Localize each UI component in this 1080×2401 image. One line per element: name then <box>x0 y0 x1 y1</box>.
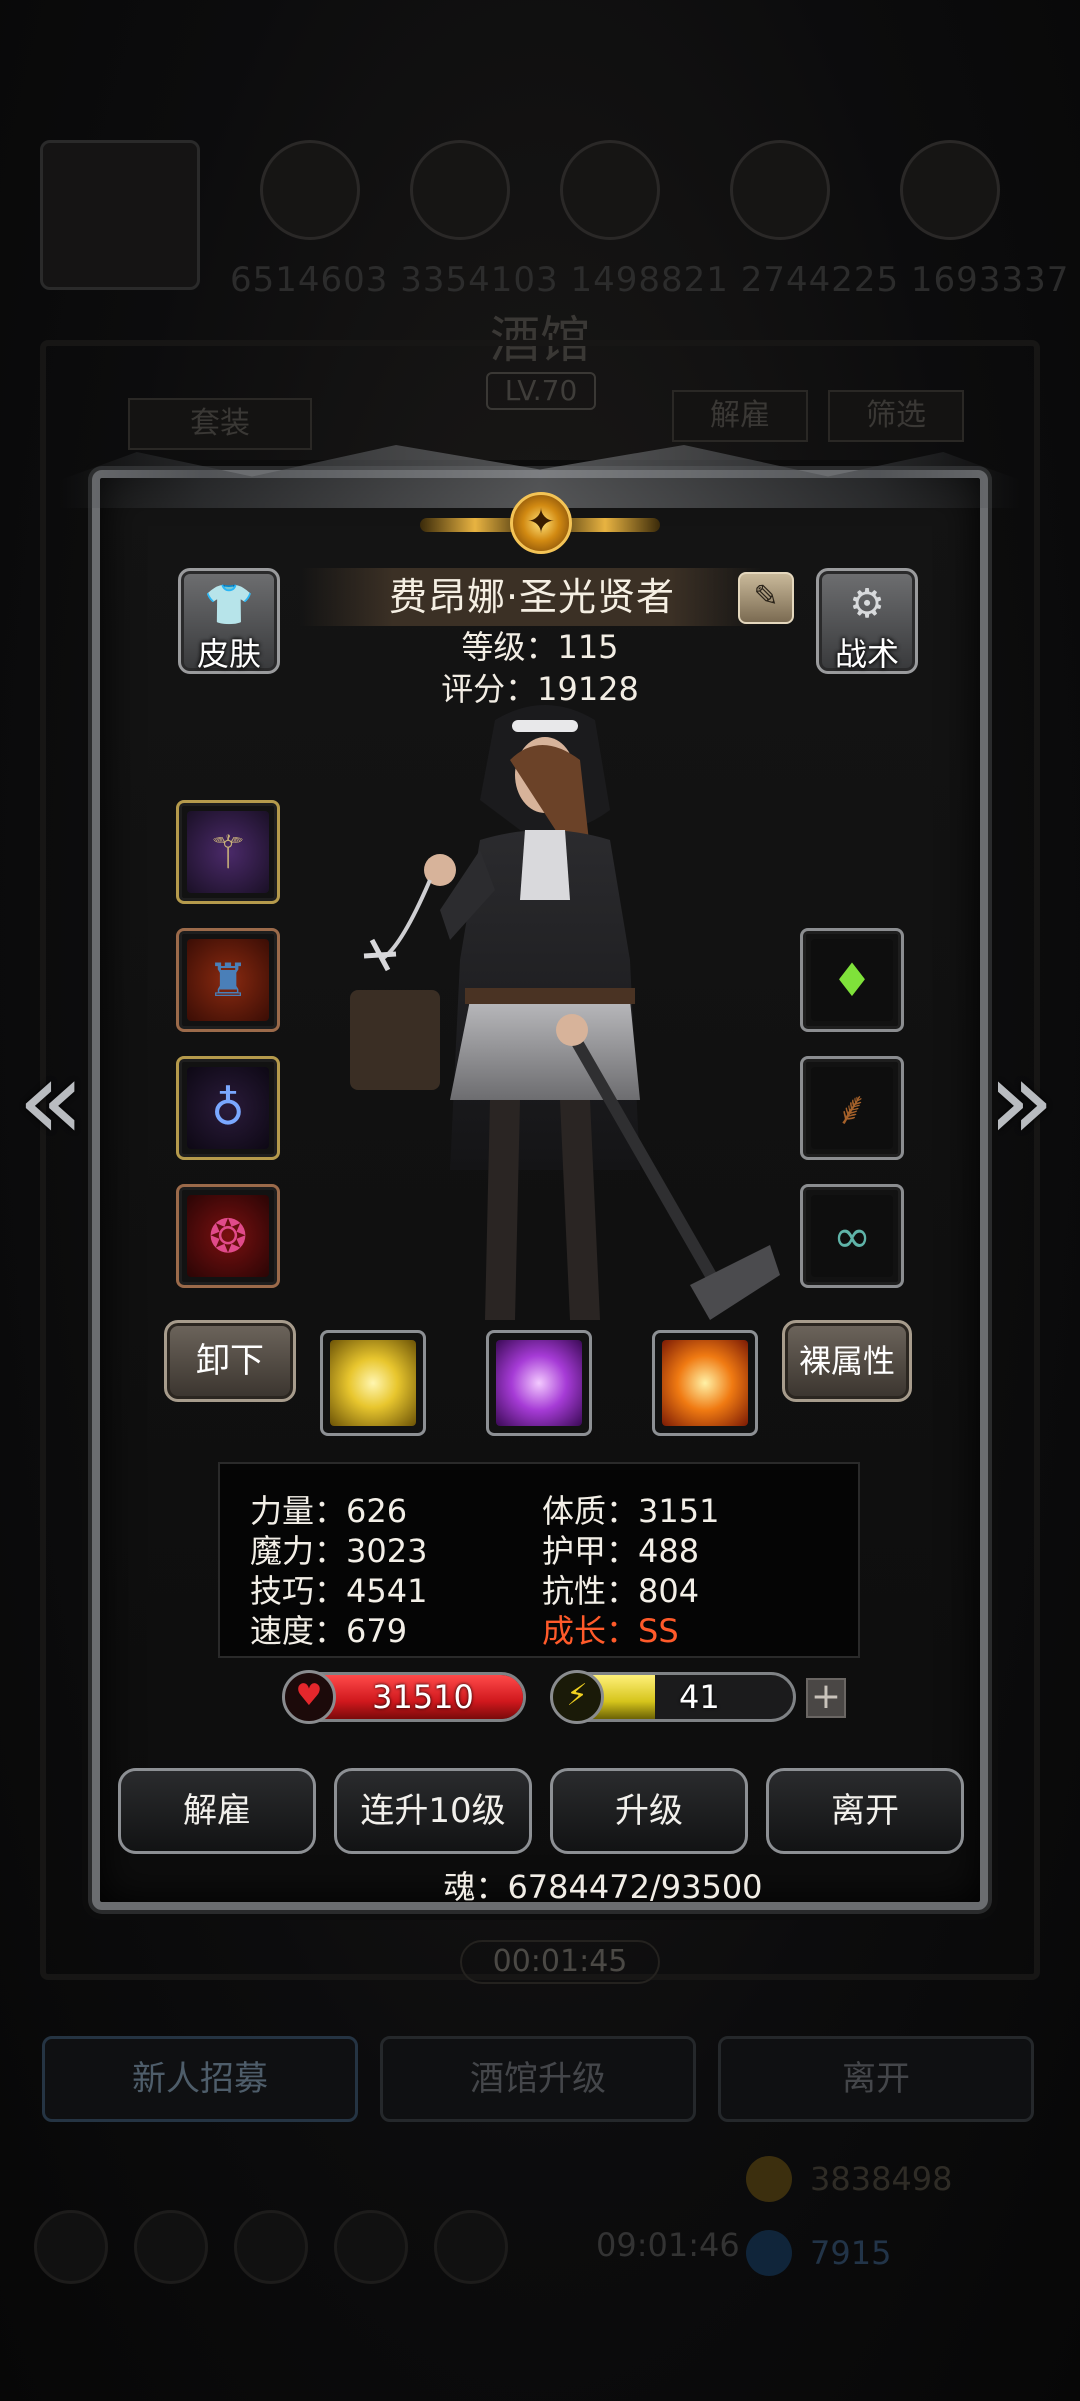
flame-shield-icon <box>662 1340 748 1426</box>
lightning-icon: ⚡ <box>550 1670 604 1724</box>
skill-slot-3[interactable] <box>652 1330 758 1436</box>
gem-amount: 7915 <box>810 2234 892 2272</box>
background-top-bar: 6514603 3354103 1498821 2744225 1693337 <box>40 130 1068 300</box>
leave-button[interactable]: 离开 <box>766 1768 964 1854</box>
shirt-icon: 👕 <box>204 582 254 628</box>
arcane-rune-icon <box>496 1340 582 1426</box>
attr-growth: 成长：SS <box>542 1612 679 1650</box>
background-timer: 00:01:45 <box>460 1940 660 1984</box>
staff-icon: ⚚ <box>187 811 269 893</box>
unequip-button[interactable]: 卸下 <box>164 1320 296 1402</box>
soul-counter: 魂：6784472/93500 <box>443 1868 763 1906</box>
holy-burst-icon <box>330 1340 416 1426</box>
attr-speed: 速度：679 <box>250 1612 408 1650</box>
next-hero-chevron-icon[interactable]: » <box>986 1045 1056 1155</box>
recruit-button: 新人招募 <box>42 2036 358 2122</box>
goggles-icon: ∞ <box>811 1195 893 1277</box>
menu-icon <box>334 2210 408 2284</box>
background-resource-icon <box>730 140 830 240</box>
previous-hero-chevron-icon[interactable]: « <box>16 1045 86 1155</box>
equipment-slot-staff[interactable]: ⚚ <box>176 800 280 904</box>
tactics-button[interactable]: ⚙ 战术 <box>816 568 918 674</box>
hero-level: 等级：115 <box>461 628 619 666</box>
background-resource-icon <box>900 140 1000 240</box>
skin-button[interactable]: 👕 皮肤 <box>178 568 280 674</box>
gold-coin-icon <box>746 2156 792 2202</box>
menu-icon <box>34 2210 108 2284</box>
orb-icon: ❂ <box>187 1195 269 1277</box>
skill-slot-1[interactable] <box>320 1330 426 1436</box>
dismiss-button[interactable]: 解雇 <box>118 1768 316 1854</box>
equipment-slot-pipe[interactable]: ⸙ <box>800 1056 904 1160</box>
bare-attributes-button[interactable]: 裸属性 <box>782 1320 912 1402</box>
level-up-button[interactable]: 升级 <box>550 1768 748 1854</box>
skill-slot-2[interactable] <box>486 1330 592 1436</box>
add-energy-button[interactable]: + <box>806 1678 846 1718</box>
crystal-icon: ♦ <box>811 939 893 1021</box>
tactics-label: 战术 <box>834 635 899 673</box>
equipment-slot-orb[interactable]: ❂ <box>176 1184 280 1288</box>
gold-emblem-icon: ✦ <box>420 488 660 568</box>
background-avatar <box>40 140 200 290</box>
menu-icon <box>234 2210 308 2284</box>
background-resource-icon <box>560 140 660 240</box>
gold-amount: 3838498 <box>810 2160 953 2198</box>
edit-name-icon[interactable]: ✎ <box>738 572 794 624</box>
menu-icon <box>434 2210 508 2284</box>
background-resource-icon <box>260 140 360 240</box>
energy-value: 41 <box>679 1678 720 1716</box>
gear-icon: ⚙ <box>849 581 885 627</box>
level-up-10-button[interactable]: 连升10级 <box>334 1768 532 1854</box>
equipment-slot-amulet[interactable]: ♁ <box>176 1056 280 1160</box>
skin-label: 皮肤 <box>196 635 261 673</box>
equipment-slot-goggles[interactable]: ∞ <box>800 1184 904 1288</box>
background-scores: 6514603 3354103 1498821 2744225 1693337 <box>230 260 1070 300</box>
background-resource-icon <box>410 140 510 240</box>
background-clock: 09:01:46 <box>596 2226 740 2264</box>
equipment-slot-crystal[interactable]: ♦ <box>800 928 904 1032</box>
gem-icon <box>746 2230 792 2276</box>
heart-icon: ♥ <box>282 1670 336 1724</box>
robe-icon: ♜ <box>187 939 269 1021</box>
hero-name: 费昂娜·圣光贤者 <box>300 568 764 626</box>
menu-icon <box>134 2210 208 2284</box>
hero-portrait <box>350 705 780 1320</box>
tavern-upgrade-button: 酒馆升级 <box>380 2036 696 2122</box>
tavern-leave-button: 离开 <box>718 2036 1034 2122</box>
amulet-icon: ♁ <box>187 1067 269 1149</box>
equipment-slot-robe[interactable]: ♜ <box>176 928 280 1032</box>
pipe-icon: ⸙ <box>811 1067 893 1149</box>
